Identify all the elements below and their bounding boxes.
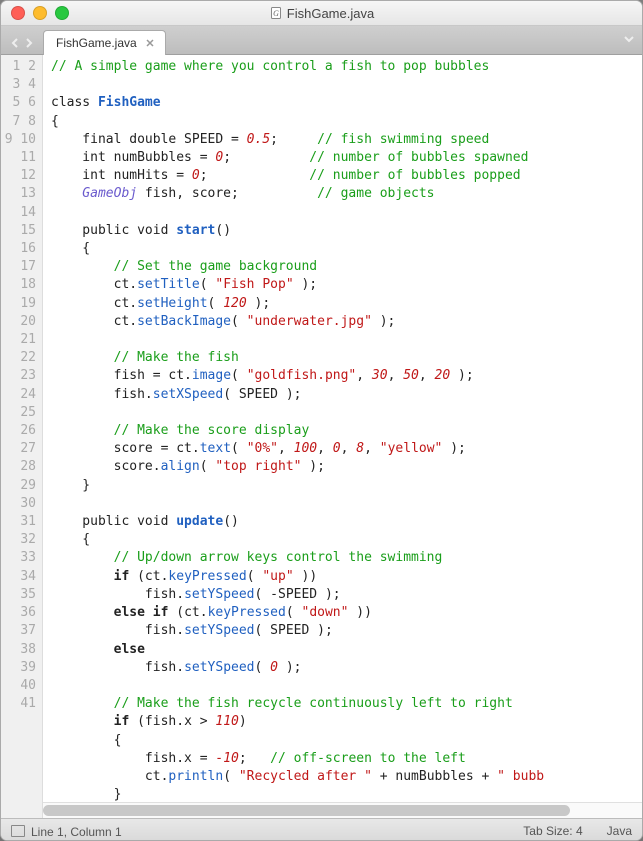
- nav-arrows: [9, 37, 35, 49]
- language-indicator[interactable]: Java: [607, 824, 632, 838]
- tab-strip: FishGame.java: [1, 26, 642, 55]
- nav-back-icon[interactable]: [9, 37, 21, 49]
- traffic-lights: [11, 6, 69, 20]
- horizontal-scrollbar[interactable]: [43, 802, 642, 818]
- status-left: Line 1, Column 1: [11, 824, 122, 839]
- close-tab-icon[interactable]: [143, 36, 157, 50]
- panel-icon[interactable]: [11, 825, 25, 837]
- file-icon: G: [269, 6, 283, 20]
- window-title: GFishGame.java: [1, 6, 642, 21]
- nav-forward-icon[interactable]: [23, 37, 35, 49]
- status-right: Tab Size: 4 Java: [523, 824, 632, 838]
- line-number-gutter: 1 2 3 4 5 6 7 8 9 10 11 12 13 14 15 16 1…: [1, 55, 43, 818]
- status-bar: Line 1, Column 1 Tab Size: 4 Java: [1, 818, 642, 841]
- cursor-position[interactable]: Line 1, Column 1: [31, 825, 122, 839]
- tab-dropdown-icon[interactable]: [622, 32, 636, 51]
- code-content[interactable]: // A simple game where you control a fis…: [43, 55, 642, 818]
- tab-fishgame[interactable]: FishGame.java: [43, 30, 166, 55]
- zoom-window-button[interactable]: [55, 6, 69, 20]
- svg-text:G: G: [273, 9, 279, 18]
- minimize-window-button[interactable]: [33, 6, 47, 20]
- editor-area[interactable]: 1 2 3 4 5 6 7 8 9 10 11 12 13 14 15 16 1…: [1, 55, 642, 818]
- close-window-button[interactable]: [11, 6, 25, 20]
- editor-window: GFishGame.java FishGame.java 1 2 3 4 5 6…: [0, 0, 643, 841]
- scrollbar-thumb[interactable]: [43, 805, 570, 816]
- titlebar[interactable]: GFishGame.java: [1, 1, 642, 26]
- tab-size-indicator[interactable]: Tab Size: 4: [523, 824, 582, 838]
- tab-label: FishGame.java: [56, 36, 137, 50]
